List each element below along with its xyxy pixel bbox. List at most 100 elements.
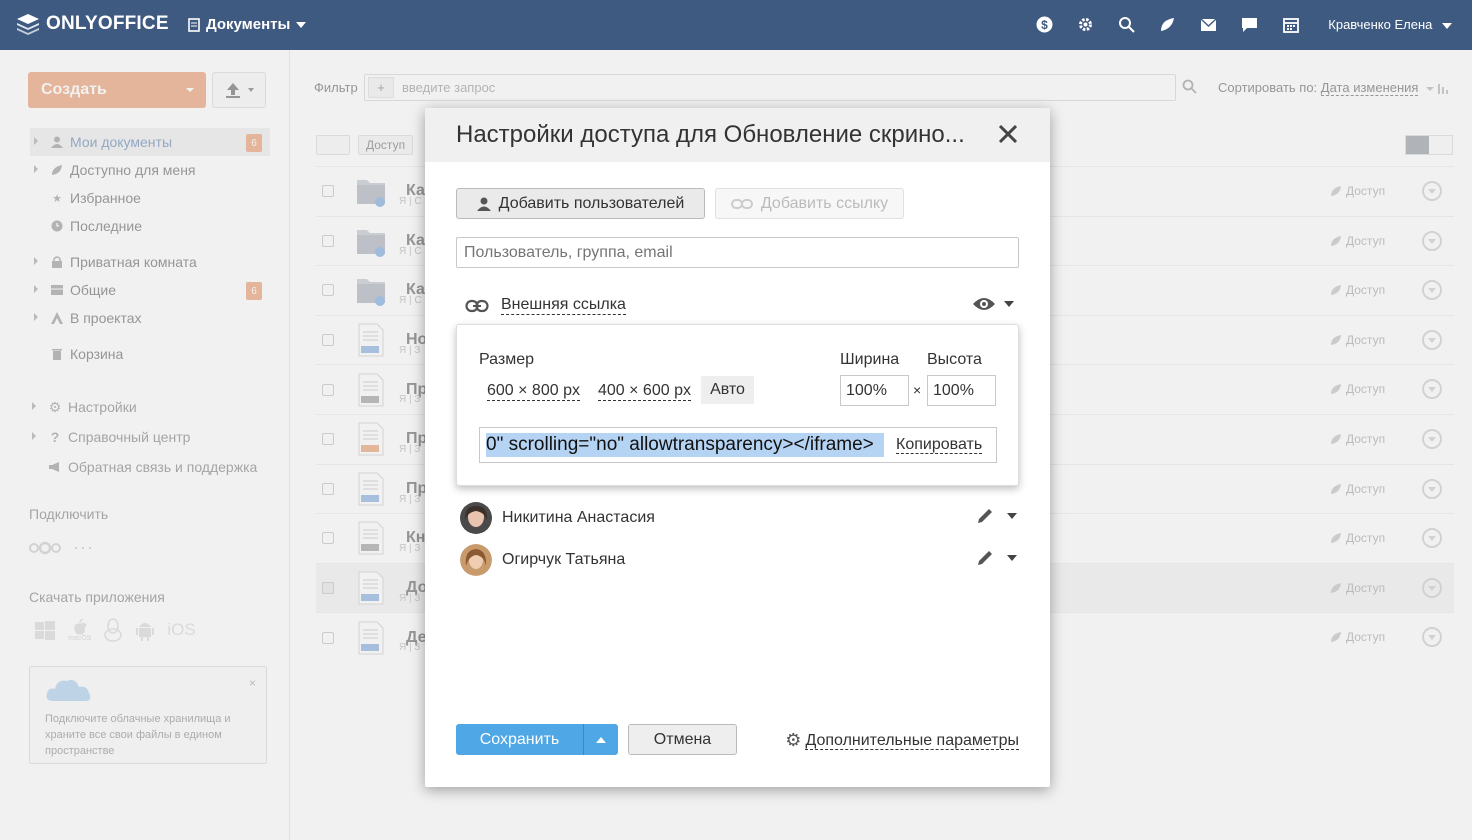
sidebar-item-common[interactable]: Общие 6 bbox=[30, 276, 270, 304]
sidebar-item-my-documents[interactable]: Мои документы 6 bbox=[30, 128, 270, 156]
chevron-down-icon[interactable] bbox=[1007, 555, 1017, 561]
save-button[interactable]: Сохранить bbox=[456, 724, 584, 755]
sidebar-item-trash[interactable]: Корзина bbox=[30, 340, 270, 368]
cancel-button[interactable]: Отмена bbox=[628, 724, 737, 755]
onlyoffice-logo[interactable]: ONLYOFFICE bbox=[16, 13, 169, 35]
row-menu-button[interactable] bbox=[1422, 230, 1442, 251]
user-menu[interactable]: Кравченко Елена bbox=[1328, 17, 1452, 32]
sidebar-item-favorites[interactable]: ★ Избранное bbox=[30, 184, 270, 212]
search-icon[interactable] bbox=[1182, 79, 1197, 94]
android-icon[interactable] bbox=[135, 619, 155, 641]
edit-pencil-icon[interactable] bbox=[976, 549, 994, 567]
row-menu-button[interactable] bbox=[1422, 627, 1442, 648]
expand-icon[interactable] bbox=[32, 402, 36, 410]
macos-app-link[interactable]: macOS bbox=[68, 618, 91, 642]
size-option-600x800[interactable]: 600 × 800 px bbox=[487, 382, 580, 401]
settings-icon[interactable] bbox=[1076, 15, 1095, 34]
share-access-link[interactable]: Доступ bbox=[1330, 283, 1385, 297]
edit-pencil-icon[interactable] bbox=[976, 507, 994, 525]
add-link-button[interactable]: Добавить ссылку bbox=[715, 188, 904, 219]
feed-icon[interactable] bbox=[1158, 15, 1177, 34]
linux-icon[interactable] bbox=[103, 618, 123, 642]
row-checkbox[interactable] bbox=[322, 582, 334, 595]
more-icon[interactable]: ··· bbox=[73, 537, 94, 558]
list-view-toggle[interactable] bbox=[1406, 136, 1429, 154]
row-checkbox[interactable] bbox=[322, 631, 334, 644]
close-icon[interactable]: × bbox=[249, 675, 256, 691]
sidebar-item-settings[interactable]: ⚙ Настройки bbox=[28, 392, 268, 422]
external-link-access[interactable] bbox=[972, 297, 1014, 311]
module-switcher[interactable]: Документы bbox=[188, 16, 307, 33]
row-checkbox[interactable] bbox=[322, 234, 334, 247]
close-icon[interactable] bbox=[996, 122, 1020, 146]
add-users-button[interactable]: Добавить пользователей bbox=[456, 188, 705, 219]
share-access-link[interactable]: Доступ bbox=[1330, 531, 1385, 545]
user-search-input[interactable] bbox=[464, 243, 1004, 262]
ios-app-link[interactable]: iOS bbox=[167, 620, 195, 640]
share-access-link[interactable]: Доступ bbox=[1330, 581, 1385, 595]
windows-icon[interactable] bbox=[34, 619, 56, 641]
share-access-link[interactable]: Доступ bbox=[1330, 382, 1385, 396]
sidebar-item-feedback[interactable]: Обратная связь и поддержка bbox=[28, 452, 268, 482]
sidebar-item-help-center[interactable]: ? Справочный центр bbox=[28, 422, 268, 452]
sort-value[interactable]: Дата изменения bbox=[1320, 80, 1419, 96]
expand-icon[interactable] bbox=[32, 432, 36, 440]
row-menu-button[interactable] bbox=[1422, 181, 1442, 201]
size-option-auto[interactable]: Авто bbox=[701, 376, 754, 404]
copy-button[interactable]: Копировать bbox=[896, 436, 983, 454]
row-menu-button[interactable] bbox=[1422, 280, 1442, 301]
share-access-link[interactable]: Доступ bbox=[1330, 482, 1385, 496]
row-checkbox[interactable] bbox=[322, 532, 334, 545]
nextcloud-icon[interactable] bbox=[29, 541, 61, 555]
embed-code-text[interactable]: 0" scrolling="no" allowtransparency></if… bbox=[486, 433, 884, 457]
share-access-link[interactable]: Доступ bbox=[1330, 432, 1385, 446]
save-options-button[interactable] bbox=[584, 724, 618, 755]
row-checkbox[interactable] bbox=[322, 383, 334, 396]
expand-icon[interactable] bbox=[34, 165, 38, 173]
height-input[interactable]: 100% bbox=[927, 375, 996, 406]
expand-icon[interactable] bbox=[34, 285, 38, 293]
row-checkbox[interactable] bbox=[322, 482, 334, 495]
row-menu-button[interactable] bbox=[1422, 528, 1442, 549]
row-checkbox[interactable] bbox=[322, 284, 334, 297]
row-checkbox[interactable] bbox=[322, 334, 334, 347]
compact-view-toggle[interactable] bbox=[1429, 136, 1452, 154]
mail-icon[interactable] bbox=[1199, 15, 1218, 34]
share-access-link[interactable]: Доступ bbox=[1330, 630, 1385, 644]
sidebar-item-shared-with-me[interactable]: Доступно для меня bbox=[30, 156, 270, 184]
access-button[interactable]: Доступ bbox=[358, 135, 414, 155]
add-filter-button[interactable]: + bbox=[368, 77, 394, 98]
filter-input[interactable] bbox=[402, 80, 1002, 95]
sidebar-item-projects[interactable]: В проектах bbox=[30, 304, 270, 332]
advanced-settings-link[interactable]: ⚙ Дополнительные параметры bbox=[785, 730, 1019, 751]
sidebar-item-private-room[interactable]: Приватная комната bbox=[30, 248, 270, 276]
external-link-label[interactable]: Внешняя ссылка bbox=[501, 296, 626, 315]
expand-icon[interactable] bbox=[34, 313, 38, 321]
embed-code-field[interactable]: 0" scrolling="no" allowtransparency></if… bbox=[479, 427, 997, 463]
share-access-link[interactable]: Доступ bbox=[1330, 184, 1385, 198]
width-input[interactable]: 100% bbox=[840, 375, 909, 406]
expand-icon[interactable] bbox=[34, 257, 38, 265]
search-icon[interactable] bbox=[1117, 15, 1136, 34]
row-checkbox[interactable] bbox=[322, 185, 334, 198]
share-access-link[interactable]: Доступ bbox=[1330, 234, 1385, 248]
row-menu-button[interactable] bbox=[1422, 428, 1442, 449]
row-menu-button[interactable] bbox=[1422, 379, 1442, 400]
sidebar-item-recent[interactable]: Последние bbox=[30, 212, 270, 240]
row-menu-button[interactable] bbox=[1422, 329, 1442, 350]
size-option-400x600[interactable]: 400 × 600 px bbox=[598, 382, 691, 401]
upload-button[interactable] bbox=[212, 72, 266, 108]
create-button[interactable]: Создать bbox=[28, 72, 206, 108]
select-all-checkbox[interactable] bbox=[316, 135, 350, 155]
payments-icon[interactable]: $ bbox=[1035, 15, 1054, 34]
chat-icon[interactable] bbox=[1240, 15, 1259, 34]
row-menu-button[interactable] bbox=[1422, 478, 1442, 499]
share-access-link[interactable]: Доступ bbox=[1330, 333, 1385, 347]
chevron-down-icon[interactable] bbox=[1007, 513, 1017, 519]
calendar-icon[interactable] bbox=[1281, 15, 1300, 34]
sort-order-icon[interactable] bbox=[1437, 83, 1450, 94]
sort-control[interactable]: Сортировать по: Дата изменения bbox=[1218, 80, 1450, 96]
user-search-field[interactable] bbox=[456, 237, 1019, 268]
row-checkbox[interactable] bbox=[322, 433, 334, 446]
expand-icon[interactable] bbox=[34, 137, 38, 145]
